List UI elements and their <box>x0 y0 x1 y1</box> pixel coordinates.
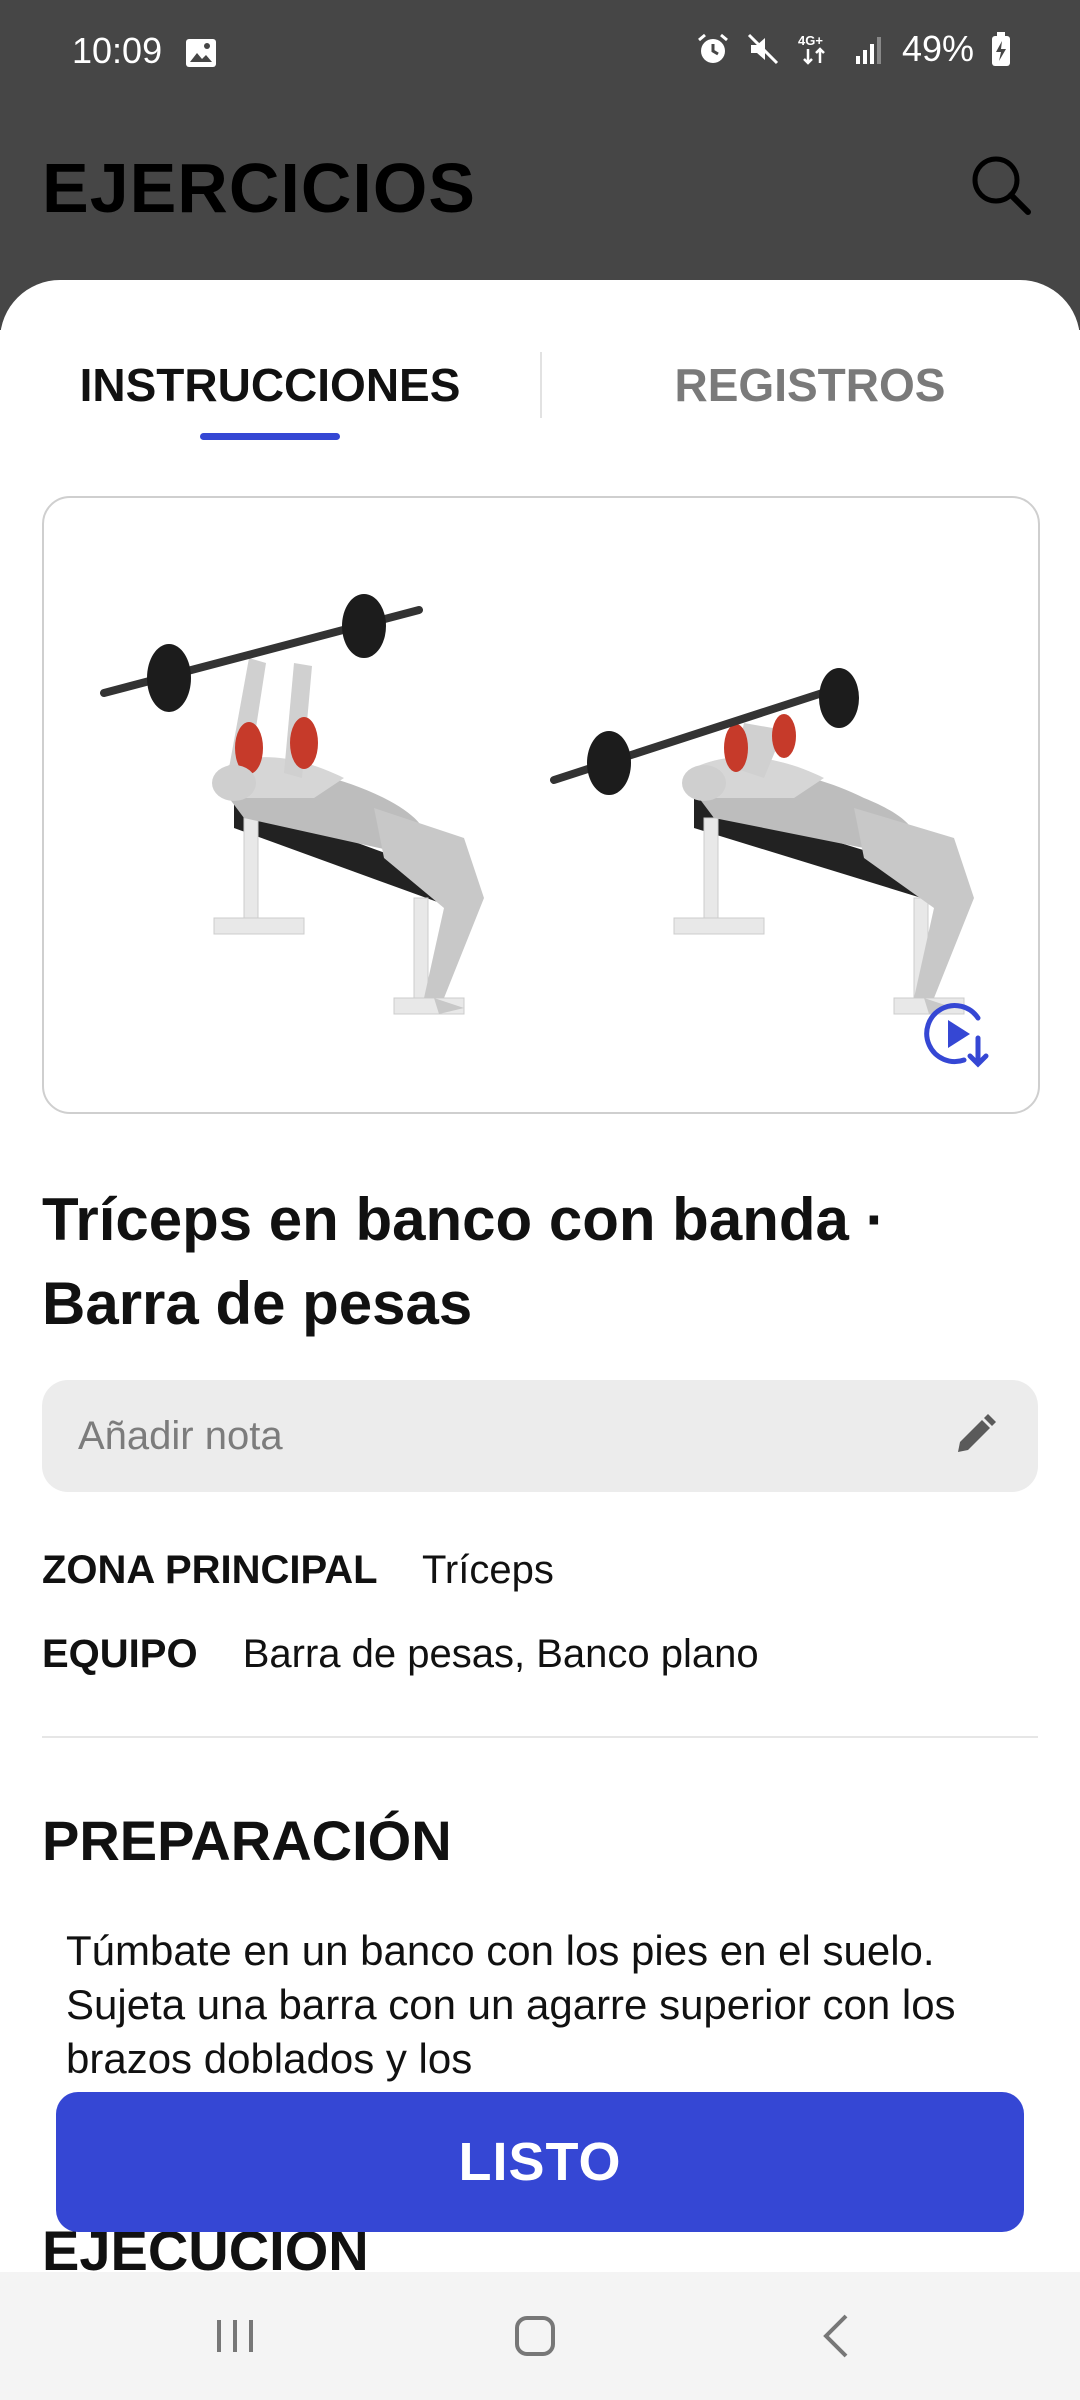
network-icon: 4G+ <box>798 33 825 65</box>
active-tab-indicator <box>200 433 340 440</box>
preparation-heading: PREPARACIÓN <box>42 1809 452 1872</box>
mute-icon <box>747 33 778 65</box>
done-button[interactable]: LISTO <box>56 2092 1024 2232</box>
page-title: EJERCICIOS <box>42 149 476 227</box>
battery-percent: 49% <box>901 28 974 69</box>
add-note-field[interactable]: Añadir nota <box>42 1380 1038 1492</box>
recent-apps-icon[interactable] <box>205 2306 265 2366</box>
status-icons: 4G+ 49% <box>696 28 1012 70</box>
figure-end-position <box>550 668 974 1015</box>
back-icon[interactable] <box>808 2306 868 2366</box>
add-note-placeholder: Añadir nota <box>78 1414 283 1458</box>
tab-divider <box>540 352 542 418</box>
exercise-title-line-2: Barra de pesas <box>42 1270 473 1337</box>
divider <box>42 1736 1038 1738</box>
exercise-illustration <box>100 594 974 1015</box>
figure-start-position <box>100 594 484 1015</box>
status-time: 10:09 <box>72 30 163 71</box>
main-zone-label: ZONA PRINCIPAL <box>42 1548 378 1592</box>
tab-registros[interactable]: REGISTROS <box>580 340 1040 430</box>
video-download-icon[interactable] <box>920 996 996 1072</box>
main-zone-row: ZONA PRINCIPAL Tríceps <box>42 1548 554 1593</box>
search-icon[interactable] <box>966 150 1036 220</box>
system-navigation-bar <box>0 2272 1080 2400</box>
equipment-row: EQUIPO Barra de pesas, Banco plano <box>42 1632 759 1677</box>
preparation-text: Túmbate en un banco con los pies en el s… <box>66 1927 956 2082</box>
home-icon[interactable] <box>505 2306 565 2366</box>
signal-icon <box>855 37 881 64</box>
exercise-title: Tríceps en banco con banda · Barra de pe… <box>42 1178 1042 1346</box>
image-notification-icon <box>186 39 216 67</box>
content-sheet: INSTRUCCIONES REGISTROS Tríceps en banco… <box>0 280 1080 2400</box>
equipment-label: EQUIPO <box>42 1632 198 1676</box>
alarm-icon <box>697 33 728 63</box>
battery-charging-icon <box>992 32 1010 66</box>
status-bar: 10:09 4G+ 49% <box>0 0 1080 110</box>
equipment-value: Barra de pesas, Banco plano <box>242 1632 759 1676</box>
screen: 10:09 4G+ 49% EJERCICIOS INSTRUCCIONES R… <box>0 0 1080 2400</box>
main-zone-value: Tríceps <box>421 1548 554 1592</box>
exercise-title-line-1: Tríceps en banco con banda · <box>42 1186 886 1253</box>
network-label: 4G+ <box>798 33 823 48</box>
pencil-icon[interactable] <box>950 1412 998 1460</box>
exercise-illustration-card[interactable] <box>42 496 1040 1114</box>
tab-instrucciones[interactable]: INSTRUCCIONES <box>40 340 500 430</box>
